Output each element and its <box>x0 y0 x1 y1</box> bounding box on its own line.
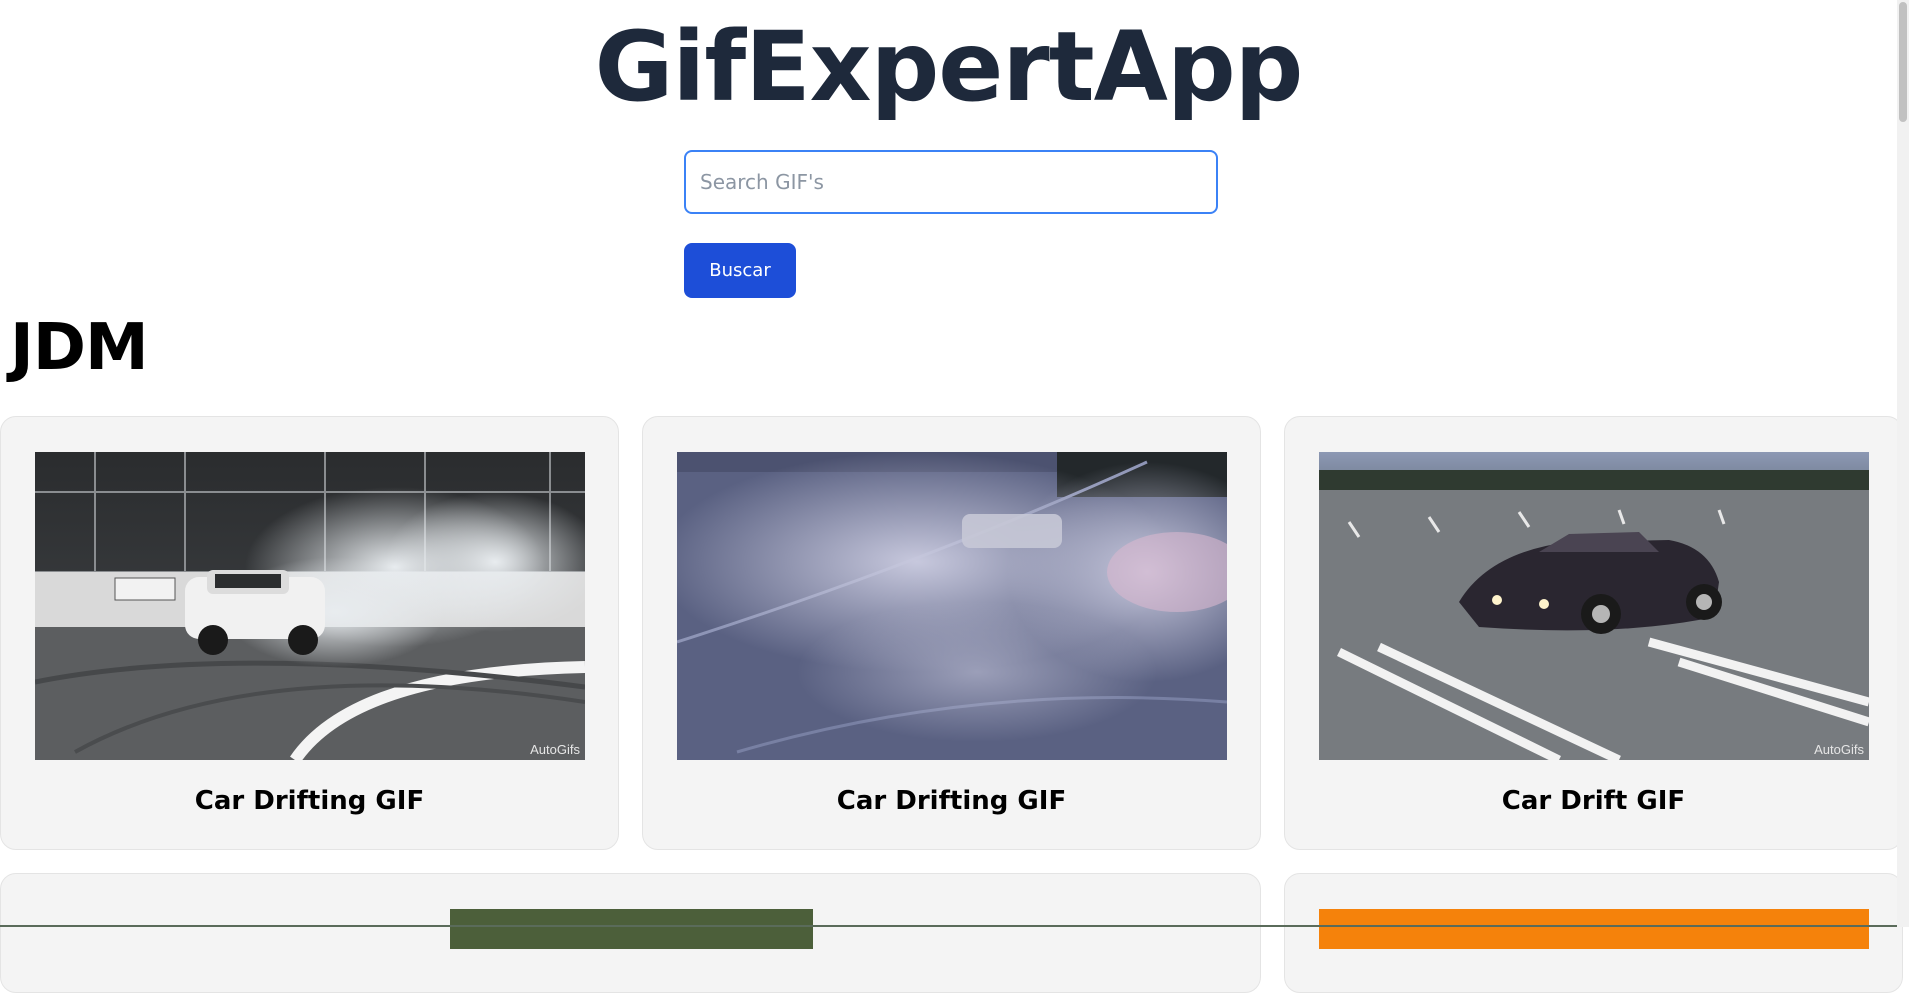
gif-card[interactable] <box>0 873 1261 993</box>
gif-title: Car Drifting GIF <box>836 786 1067 816</box>
page: GifExpertApp Buscar JDM <box>0 0 1903 993</box>
gif-watermark: AutoGifs <box>1814 742 1864 757</box>
gif-card[interactable]: AutoGifs Car Drift GIF <box>1284 416 1903 850</box>
search-button[interactable]: Buscar <box>684 243 796 298</box>
app-title: GifExpertApp <box>594 11 1304 123</box>
search-form: Buscar <box>684 150 1218 298</box>
gif-image: AutoGifs <box>35 452 585 760</box>
gif-card[interactable] <box>1284 873 1903 993</box>
vertical-scrollbar[interactable] <box>1897 0 1909 927</box>
gif-image <box>450 909 813 949</box>
gif-card[interactable]: AutoGifs Car Drifting GIF <box>0 416 619 850</box>
category-title: JDM <box>10 311 149 385</box>
gif-card[interactable]: Car Drifting GIF <box>642 416 1261 850</box>
search-input[interactable] <box>684 150 1218 214</box>
scrollbar-thumb[interactable] <box>1899 2 1907 122</box>
gif-image <box>677 452 1227 760</box>
gif-image <box>1319 909 1869 949</box>
gif-title: Car Drift GIF <box>1501 786 1686 816</box>
gif-image: AutoGifs <box>1319 452 1869 760</box>
gif-watermark: AutoGifs <box>530 742 580 757</box>
gif-title: Car Drifting GIF <box>194 786 425 816</box>
